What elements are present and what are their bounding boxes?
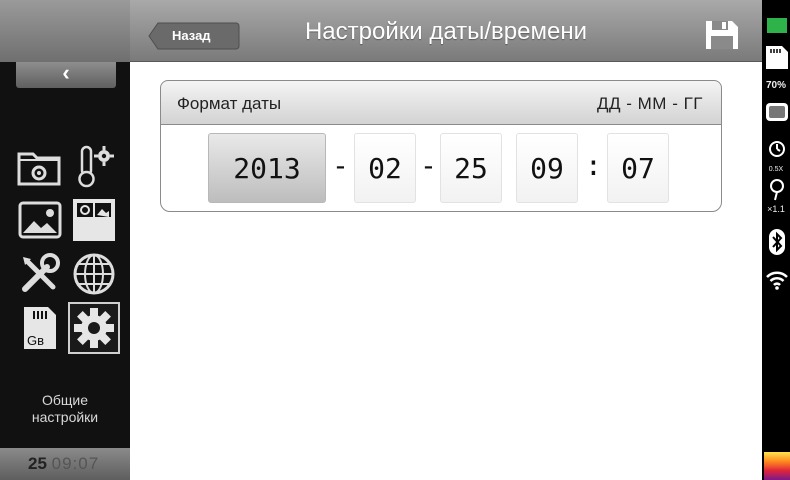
zoom-icon — [770, 179, 784, 201]
sd-card-label: Gв — [27, 333, 44, 348]
thermometer-gear-icon — [78, 145, 114, 188]
back-button-label: Назад — [172, 28, 211, 43]
clock-time: 09:07 — [51, 454, 100, 473]
temperature-settings-tile[interactable] — [68, 140, 120, 192]
color-palette-icon[interactable] — [764, 452, 790, 480]
time-separator: : — [585, 149, 602, 182]
gear-icon — [74, 308, 114, 348]
date-separator: - — [332, 149, 349, 182]
pip-icon — [73, 199, 115, 241]
globe-icon — [73, 253, 115, 295]
tools-tile[interactable] — [14, 248, 66, 300]
save-button[interactable] — [704, 19, 740, 51]
bluetooth-icon — [769, 229, 785, 255]
battery-percent: 70% — [765, 80, 786, 91]
datetime-picker: 2013 - 02 - 25 09 : 07 — [160, 124, 722, 212]
month-field[interactable]: 02 — [354, 133, 416, 203]
general-settings-tile[interactable] — [68, 302, 120, 354]
date-format-label: Формат даты — [177, 94, 282, 113]
sidebar-top-bar — [0, 0, 130, 62]
sidebar-collapse-button[interactable]: ‹ — [16, 62, 116, 88]
memory-card-icon — [766, 46, 788, 69]
date-separator: - — [420, 149, 437, 182]
speed-label: 0.5X — [768, 166, 784, 173]
year-field[interactable]: 2013 — [208, 133, 326, 203]
wifi-icon — [766, 271, 788, 290]
image-icon — [18, 201, 62, 239]
scene-icon — [766, 103, 788, 121]
status-bar: 70% 0.5X ×1.1 — [762, 0, 790, 480]
date-format-value: ДД - ММ - ГГ — [597, 94, 703, 113]
header-bar: Назад Настройки даты/времени — [130, 0, 762, 62]
folder-gear-icon — [17, 152, 61, 186]
selected-section-label: Общие настройки — [31, 392, 99, 425]
timer-icon — [769, 141, 785, 157]
language-tile[interactable] — [68, 248, 120, 300]
day-field[interactable]: 25 — [440, 133, 502, 203]
sd-card-icon: Gв — [24, 307, 56, 349]
date-format-row[interactable]: Формат даты ДД - ММ - ГГ — [160, 80, 722, 126]
folder-settings-tile[interactable] — [14, 140, 66, 192]
minute-field[interactable]: 07 — [607, 133, 669, 203]
tools-icon — [22, 253, 60, 292]
image-settings-tile[interactable] — [14, 194, 66, 246]
save-icon — [706, 21, 738, 49]
hour-field[interactable]: 09 — [516, 133, 578, 203]
calendar-day: 25 — [28, 454, 47, 473]
battery-icon — [767, 9, 787, 33]
storage-tile[interactable]: Gв — [14, 302, 66, 354]
sidebar: ‹ Gв Общие настройки 25 09:07 — [0, 0, 130, 480]
zoom-label: ×1.1 — [767, 204, 785, 214]
back-button[interactable]: Назад — [148, 22, 240, 50]
sidebar-clock: 25 09:07 — [28, 454, 99, 474]
picture-in-picture-tile[interactable] — [68, 194, 120, 246]
